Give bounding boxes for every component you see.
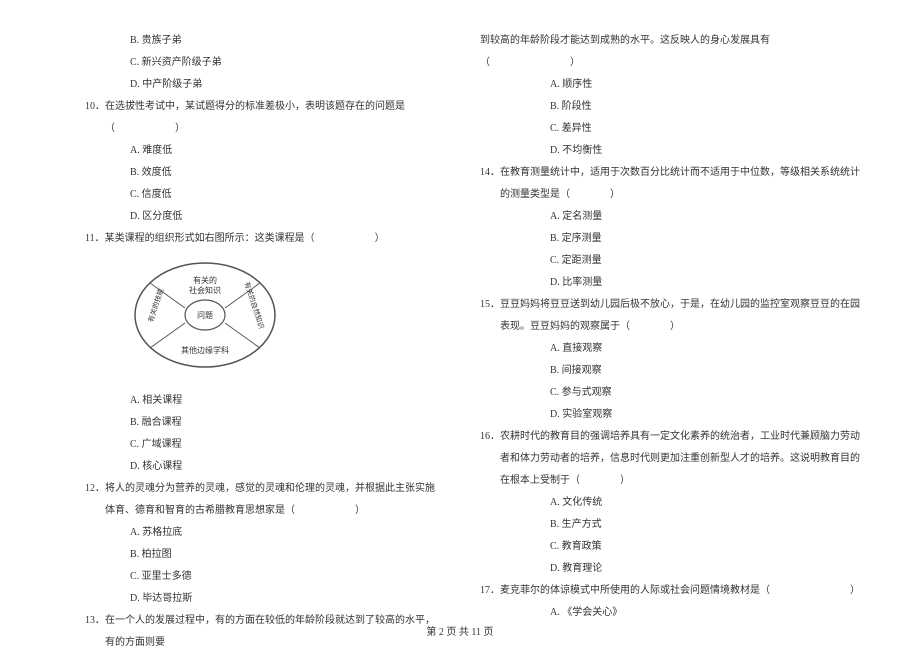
- q11-option-d: D. 核心课程: [60, 456, 440, 478]
- option-b: B. 贵族子弟: [60, 30, 440, 52]
- q10-option-c: C. 信度低: [60, 184, 440, 206]
- q10-option-a: A. 难度低: [60, 140, 440, 162]
- q11-option-b: B. 融合课程: [60, 412, 440, 434]
- q12-option-b: B. 柏拉图: [60, 544, 440, 566]
- question-10: 10．在选拔性考试中，某试题得分的标准差极小，表明该题存在的问题是（ ）: [80, 96, 440, 140]
- q15-option-d: D. 实验室观察: [480, 404, 860, 426]
- q14-option-d: D. 比率测量: [480, 272, 860, 294]
- q11-option-a: A. 相关课程: [60, 390, 440, 412]
- page-footer: 第 2 页 共 11 页: [0, 623, 920, 638]
- q14-option-a: A. 定名测量: [480, 206, 860, 228]
- q13-option-d: D. 不均衡性: [480, 140, 860, 162]
- option-c: C. 新兴资产阶级子弟: [60, 52, 440, 74]
- diagram-container: 有关的 社会知识 有关的自然知识 有关的技能 其他边缘学科 问题: [60, 258, 440, 382]
- q15-option-b: B. 间接观察: [480, 360, 860, 382]
- q12-option-d: D. 毕达哥拉斯: [60, 588, 440, 610]
- right-column: 到较高的年龄阶段才能达到成熟的水平。这反映人的身心发展具有（ ） A. 顺序性 …: [480, 30, 860, 654]
- q13-option-a: A. 顺序性: [480, 74, 860, 96]
- q16-option-a: A. 文化传统: [480, 492, 860, 514]
- q12-option-c: C. 亚里士多德: [60, 566, 440, 588]
- q14-option-c: C. 定距测量: [480, 250, 860, 272]
- diagram-right-text: 有关的自然知识: [243, 281, 267, 330]
- q11-option-c: C. 广域课程: [60, 434, 440, 456]
- diagram-bottom-text: 其他边缘学科: [181, 345, 229, 355]
- curriculum-diagram: 有关的 社会知识 有关的自然知识 有关的技能 其他边缘学科 问题: [130, 258, 280, 373]
- q16-option-c: C. 教育政策: [480, 536, 860, 558]
- diagram-left-text: 有关的技能: [146, 287, 165, 323]
- diagram-top-text: 有关的: [193, 275, 217, 285]
- option-d: D. 中产阶级子弟: [60, 74, 440, 96]
- q10-option-b: B. 效度低: [60, 162, 440, 184]
- question-14: 14．在教育测量统计中，适用于次数百分比统计而不适用于中位数，等级相关系统统计的…: [480, 162, 860, 206]
- question-17: 17．麦克菲尔的体谅模式中所使用的人际或社会问题情境教材是（ ）: [480, 580, 860, 602]
- q16-option-d: D. 教育理论: [480, 558, 860, 580]
- q12-option-a: A. 苏格拉底: [60, 522, 440, 544]
- diagram-center-text: 问题: [197, 311, 213, 320]
- q15-option-c: C. 参与式观察: [480, 382, 860, 404]
- svg-text:社会知识: 社会知识: [189, 285, 221, 295]
- q10-option-d: D. 区分度低: [60, 206, 440, 228]
- question-15: 15．豆豆妈妈将豆豆送到幼儿园后极不放心，于是，在幼儿园的监控室观察豆豆的在园表…: [480, 294, 860, 338]
- left-column: B. 贵族子弟 C. 新兴资产阶级子弟 D. 中产阶级子弟 10．在选拔性考试中…: [60, 30, 440, 654]
- question-12: 12．将人的灵魂分为营养的灵魂，感觉的灵魂和伦理的灵魂，并根据此主张实施体育、德…: [80, 478, 440, 522]
- q16-option-b: B. 生产方式: [480, 514, 860, 536]
- q17-option-a: A. 《学会关心》: [480, 602, 860, 624]
- question-16: 16．农耕时代的教育目的强调培养具有一定文化素养的统治者，工业时代兼顾脑力劳动者…: [480, 426, 860, 492]
- two-column-layout: B. 贵族子弟 C. 新兴资产阶级子弟 D. 中产阶级子弟 10．在选拔性考试中…: [0, 30, 920, 654]
- q15-option-a: A. 直接观察: [480, 338, 860, 360]
- q14-option-b: B. 定序测量: [480, 228, 860, 250]
- question-11: 11．某类课程的组织形式如右图所示：这类课程是（ ）: [80, 228, 440, 250]
- question-13-cont: 到较高的年龄阶段才能达到成熟的水平。这反映人的身心发展具有（ ）: [480, 30, 860, 74]
- q13-option-b: B. 阶段性: [480, 96, 860, 118]
- q13-option-c: C. 差异性: [480, 118, 860, 140]
